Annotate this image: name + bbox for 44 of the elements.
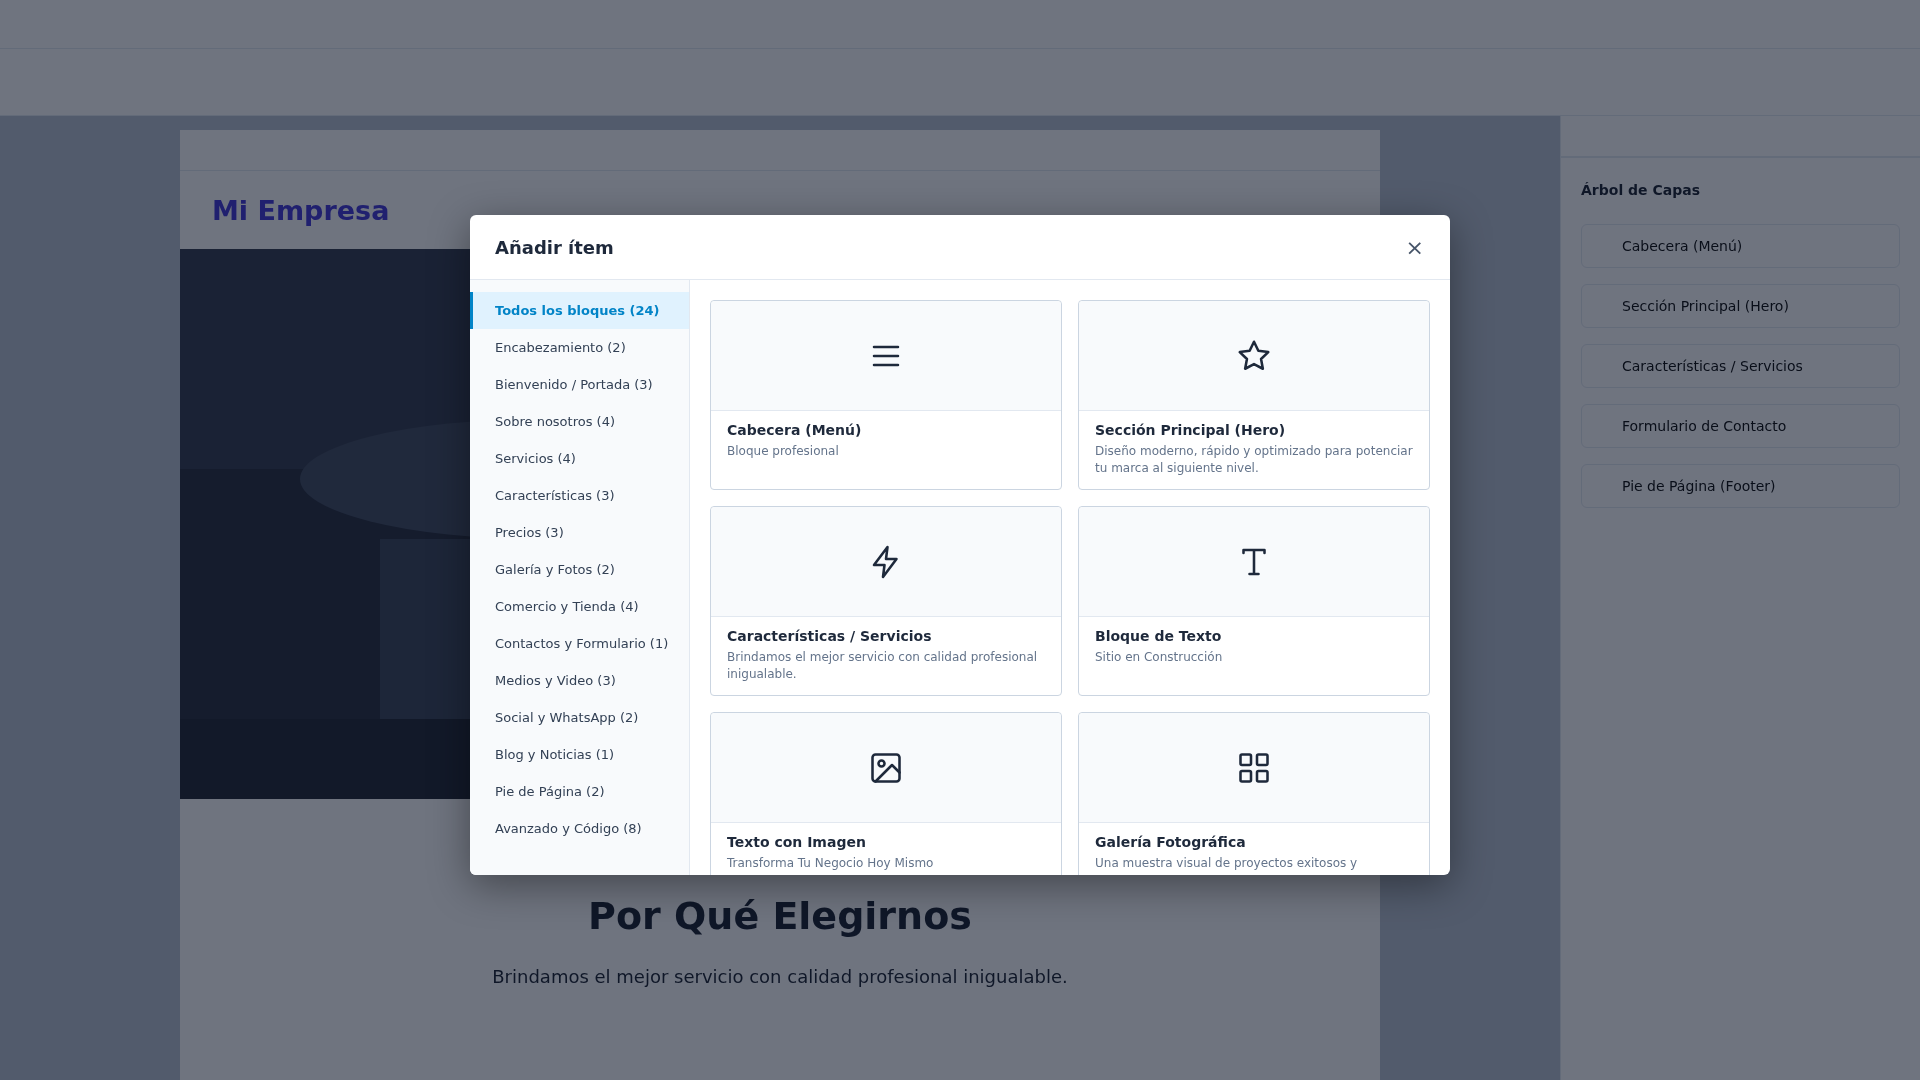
category-item[interactable]: Blog y Noticias (1) <box>470 736 689 773</box>
category-item[interactable]: Avanzado y Código (8) <box>470 810 689 847</box>
site-logo-text: Mi Empresa <box>212 194 390 226</box>
block-card[interactable]: Sección Principal (Hero) Diseño moderno, rápido y optimizado para potenciar tu marca al siguiente nivel. <box>1078 300 1430 490</box>
block-title: Características / Servicios <box>727 628 933 644</box>
block-title: Texto con Imagen <box>727 834 867 850</box>
block-card[interactable]: Cabecera (Menú) Bloque profesional <box>710 300 1062 490</box>
layer-item[interactable]: Formulario de Contacto <box>1581 404 1900 448</box>
category-item[interactable]: Bienvenido / Portada (3) <box>470 366 689 403</box>
block-card[interactable]: Texto con Imagen Transforma Tu Negocio Hoy Mismo <box>710 712 1062 875</box>
block-title: Cabecera (Menú) <box>727 422 863 438</box>
category-item[interactable]: Social y WhatsApp (2) <box>470 699 689 736</box>
block-card[interactable]: Bloque de Texto Sitio en Construcción <box>1078 506 1430 696</box>
layer-item[interactable]: Sección Principal (Hero) <box>1581 284 1900 328</box>
category-item[interactable]: Todos los bloques (24) <box>470 292 689 329</box>
block-description: Brindamos el mejor servicio con calidad profesional inigualable. <box>727 649 1039 683</box>
category-item[interactable]: Comercio y Tienda (4) <box>470 588 689 625</box>
block-description: Sitio en Construcción <box>1095 649 1224 666</box>
category-item[interactable]: Galería y Fotos (2) <box>470 551 689 588</box>
block-title: Galería Fotográfica <box>1095 834 1247 850</box>
block-description: Diseño moderno, rápido y optimizado para potenciar tu marca al siguiente nivel. <box>1095 443 1413 477</box>
block-title: Bloque de Texto <box>1095 628 1223 644</box>
section-heading: Por Qué Elegirnos <box>588 894 972 938</box>
block-description: Una muestra visual de proyectos exitosos y <box>1095 855 1359 872</box>
block-card[interactable]: Características / Servicios Brindamos el mejor servicio con calidad profesional inigualable. <box>710 506 1062 696</box>
category-item[interactable]: Precios (3) <box>470 514 689 551</box>
block-title: Sección Principal (Hero) <box>1095 422 1287 438</box>
close-button[interactable]: × <box>1399 232 1430 262</box>
layer-item[interactable]: Cabecera (Menú) <box>1581 224 1900 268</box>
block-description: Transforma Tu Negocio Hoy Mismo <box>727 855 935 872</box>
block-description: Bloque profesional <box>727 443 840 460</box>
category-item[interactable]: Características (3) <box>470 477 689 514</box>
category-item[interactable]: Pie de Página (2) <box>470 773 689 810</box>
dialog-title: Añadir ítem <box>495 236 614 258</box>
layer-item[interactable]: Características / Servicios <box>1581 344 1900 388</box>
category-item[interactable]: Encabezamiento (2) <box>470 329 689 366</box>
section-text: Brindamos el mejor servicio con calidad profesional inigualable. <box>492 966 1068 987</box>
category-item[interactable]: Servicios (4) <box>470 440 689 477</box>
category-item[interactable]: Medios y Video (3) <box>470 662 689 699</box>
block-card[interactable]: Galería Fotográfica Una muestra visual de proyectos exitosos y <box>1078 712 1430 875</box>
layer-item[interactable]: Pie de Página (Footer) <box>1581 464 1900 508</box>
panel-title: Árbol de Capas <box>1580 181 1701 200</box>
category-item[interactable]: Sobre nosotros (4) <box>470 403 689 440</box>
category-item[interactable]: Contactos y Formulario (1) <box>470 625 689 662</box>
